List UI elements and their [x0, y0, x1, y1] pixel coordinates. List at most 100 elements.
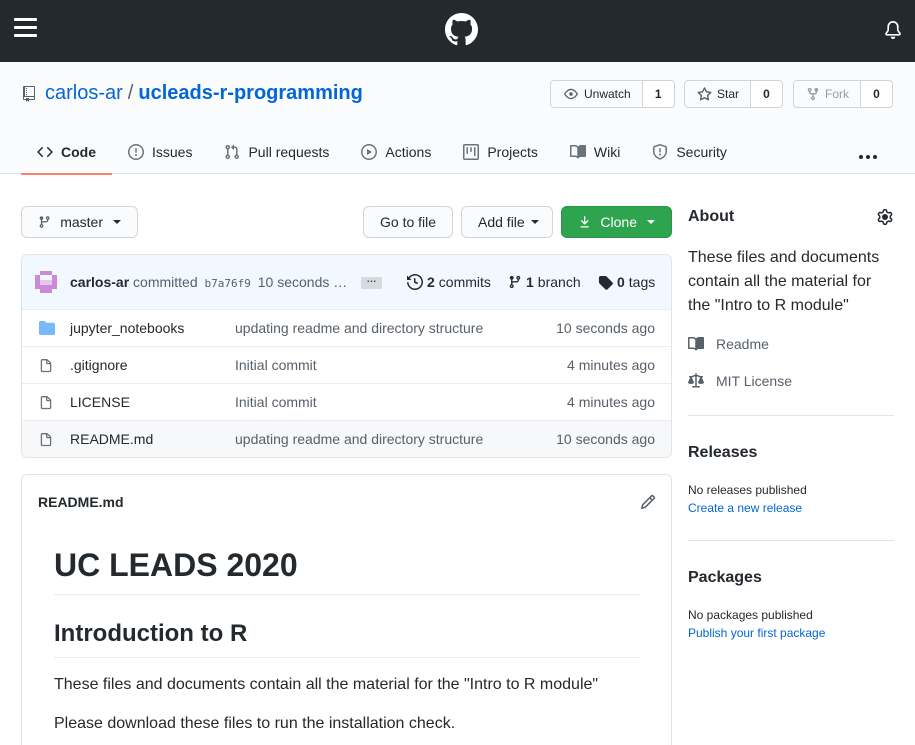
- packages-title[interactable]: Packages: [688, 569, 762, 587]
- tab-wiki-label: Wiki: [593, 144, 621, 160]
- readme-heading-1: UC LEADS 2020: [54, 547, 640, 595]
- sidebar-divider: [688, 415, 894, 416]
- table-row[interactable]: README.md updating readme and directory …: [22, 420, 671, 457]
- file-commit-message-link[interactable]: Initial commit: [235, 357, 317, 373]
- latest-commit-bar: carlos-ar committed b7a76f9 10 seconds ……: [22, 255, 671, 310]
- repo-owner-link[interactable]: carlos-ar: [45, 82, 123, 104]
- law-icon: [688, 373, 704, 388]
- go-to-file-button[interactable]: Go to file: [363, 206, 453, 238]
- repo-icon: [22, 86, 36, 102]
- shield-icon: [653, 144, 668, 160]
- commit-author-link[interactable]: carlos-ar: [70, 274, 129, 290]
- tab-wiki[interactable]: Wiki: [554, 130, 636, 174]
- tab-pull-requests[interactable]: Pull requests: [208, 130, 345, 174]
- watch-count[interactable]: 1: [641, 81, 674, 107]
- code-icon: [37, 146, 53, 158]
- eye-icon: [564, 88, 578, 100]
- file-commit-message-link[interactable]: updating readme and directory structure: [235, 431, 483, 447]
- fork-label: Fork: [825, 87, 849, 101]
- commits-count: 2: [427, 274, 435, 290]
- table-row[interactable]: .gitignore Initial commit 4 minutes ago: [22, 346, 671, 383]
- tags-link[interactable]: 0 tags: [598, 274, 655, 290]
- fork-count[interactable]: 0: [860, 81, 892, 107]
- chevron-down-icon: [530, 220, 539, 224]
- tab-issues[interactable]: Issues: [112, 130, 208, 174]
- commits-label: commits: [438, 274, 491, 290]
- file-commit-message-link[interactable]: updating readme and directory structure: [235, 320, 483, 336]
- readme-link[interactable]: Readme: [688, 336, 769, 352]
- branch-label: master: [60, 214, 103, 230]
- clone-button[interactable]: Clone: [561, 206, 672, 238]
- tab-security-label: Security: [676, 144, 727, 160]
- file-icon: [40, 359, 52, 373]
- commit-message-expand-button[interactable]: …: [361, 275, 382, 289]
- file-commit-message-link[interactable]: Initial commit: [235, 394, 317, 410]
- avatar[interactable]: [35, 271, 57, 293]
- chevron-down-icon: [647, 220, 655, 224]
- file-name-link[interactable]: README.md: [70, 431, 153, 447]
- branch-icon: [39, 216, 50, 228]
- star-button-group: Star 0: [684, 80, 784, 108]
- github-logo-icon[interactable]: [445, 13, 478, 46]
- book-icon: [569, 144, 586, 159]
- branches-link[interactable]: 1 branch: [508, 274, 581, 290]
- fork-button[interactable]: Fork: [794, 81, 860, 107]
- readme-filename: README.md: [38, 494, 124, 510]
- folder-icon: [39, 321, 55, 335]
- file-name-link[interactable]: LICENSE: [70, 394, 130, 410]
- file-name-link[interactable]: .gitignore: [70, 357, 128, 373]
- license-link[interactable]: MIT License: [688, 373, 792, 389]
- watch-button-group: Unwatch 1: [550, 80, 675, 108]
- file-age: 4 minutes ago: [567, 357, 655, 373]
- bell-icon[interactable]: [884, 21, 902, 39]
- gear-icon[interactable]: [877, 209, 893, 225]
- repo-title: carlos-ar / ucleads-r-programming: [45, 82, 363, 105]
- packages-empty-text: No packages published: [688, 608, 813, 622]
- star-button[interactable]: Star: [685, 81, 751, 107]
- unwatch-label: Unwatch: [584, 87, 631, 101]
- readme-heading-2: Introduction to R: [54, 620, 640, 658]
- file-age: 10 seconds ago: [556, 431, 655, 447]
- tab-security[interactable]: Security: [636, 130, 743, 174]
- repository-header: carlos-ar / ucleads-r-programming Unwatch …: [0, 62, 915, 175]
- readme-panel: README.md UC LEADS 2020 Introduction to …: [21, 474, 672, 745]
- publish-package-link[interactable]: Publish your first package: [688, 626, 825, 640]
- create-release-link[interactable]: Create a new release: [688, 501, 802, 515]
- commits-link[interactable]: 2 commits: [407, 274, 491, 290]
- star-icon: [697, 86, 712, 101]
- tab-code[interactable]: Code: [21, 130, 112, 175]
- tag-icon: [598, 275, 613, 290]
- license-link-label: MIT License: [716, 373, 792, 389]
- tab-issues-label: Issues: [152, 144, 193, 160]
- about-description: These files and documents contain all th…: [688, 249, 880, 314]
- file-name-link[interactable]: jupyter_notebooks: [70, 320, 184, 336]
- branch-count: 1: [526, 274, 534, 290]
- hamburger-icon[interactable]: [14, 18, 37, 38]
- tab-projects[interactable]: Projects: [447, 130, 554, 174]
- branch-count-label: branch: [537, 274, 581, 290]
- table-row[interactable]: LICENSE Initial commit 4 minutes ago: [22, 383, 671, 420]
- global-header: [0, 0, 915, 62]
- issue-icon: [128, 144, 144, 160]
- play-icon: [361, 144, 378, 160]
- add-file-label: Add file: [478, 214, 525, 230]
- tags-label: tags: [628, 274, 656, 290]
- readme-paragraph: Please download these files to run the i…: [54, 715, 456, 732]
- repo-name-link[interactable]: ucleads-r-programming: [138, 82, 362, 104]
- pencil-icon[interactable]: [640, 494, 656, 510]
- about-title: About: [688, 208, 735, 225]
- unwatch-button[interactable]: Unwatch: [551, 81, 642, 107]
- star-count[interactable]: 0: [750, 81, 783, 107]
- download-icon: [580, 216, 589, 228]
- table-row[interactable]: jupyter_notebooks updating readme and di…: [22, 309, 671, 346]
- add-file-button[interactable]: Add file: [461, 206, 553, 238]
- tab-actions-label: Actions: [385, 144, 432, 160]
- branch-select-button[interactable]: master: [21, 206, 138, 238]
- more-tabs-kebab-icon[interactable]: [859, 146, 881, 159]
- file-icon: [40, 433, 52, 447]
- tab-actions[interactable]: Actions: [345, 130, 447, 174]
- readme-link-label: Readme: [716, 336, 769, 352]
- releases-title[interactable]: Releases: [688, 444, 757, 462]
- commit-sha-link[interactable]: b7a76f9: [205, 277, 251, 290]
- go-to-file-label: Go to file: [380, 214, 437, 230]
